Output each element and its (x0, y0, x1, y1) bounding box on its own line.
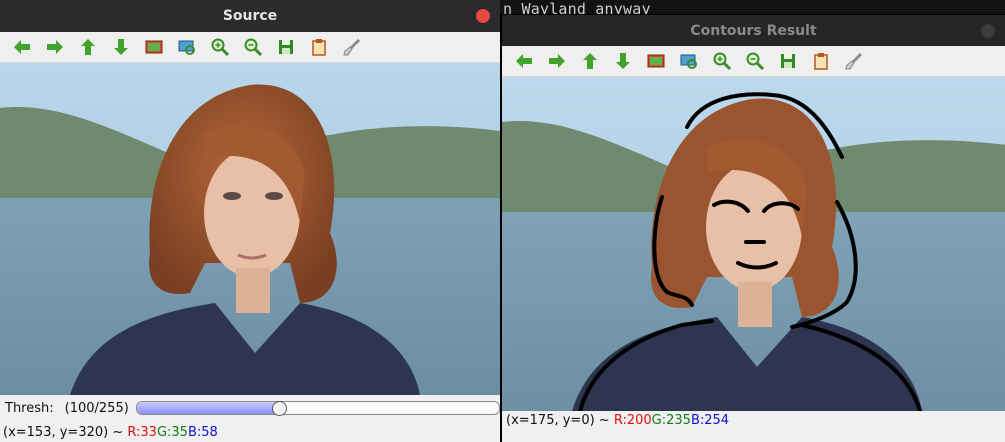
slider-fill (136, 402, 279, 414)
arrow-up-icon[interactable] (576, 48, 603, 74)
clipboard-icon[interactable] (305, 34, 332, 60)
save-icon[interactable] (774, 48, 801, 74)
status-b: B:58 (187, 424, 218, 440)
threshold-slider[interactable] (135, 401, 500, 415)
toolbar (502, 46, 1005, 77)
arrow-left-icon[interactable] (510, 48, 537, 74)
slider-handle[interactable] (271, 401, 287, 416)
source-image[interactable] (0, 63, 500, 395)
image-zoom-icon[interactable] (675, 48, 702, 74)
zoom-in-icon[interactable] (206, 34, 233, 60)
image-icon[interactable] (642, 48, 669, 74)
arrow-down-icon[interactable] (609, 48, 636, 74)
window-title: Contours Result (690, 22, 817, 39)
status-g: G:35 (156, 424, 188, 440)
threshold-trackbar: Thresh: (100/255) (0, 395, 500, 421)
arrow-down-icon[interactable] (107, 34, 134, 60)
close-button[interactable] (981, 24, 995, 38)
contours-photo (502, 77, 1005, 411)
brush-icon[interactable] (338, 34, 365, 60)
status-coords: (x=153, y=320) ~ (3, 424, 128, 440)
arrow-up-icon[interactable] (74, 34, 101, 60)
pixel-status: (x=175, y=0) ~ R:200 G:235 B:254 (502, 411, 1005, 429)
source-titlebar[interactable]: Source (0, 0, 500, 32)
save-icon[interactable] (272, 34, 299, 60)
arrow-left-icon[interactable] (8, 34, 35, 60)
image-zoom-icon[interactable] (173, 34, 200, 60)
toolbar (0, 32, 500, 63)
status-b: B:254 (690, 412, 730, 428)
zoom-out-icon[interactable] (741, 48, 768, 74)
status-g: G:235 (651, 412, 691, 428)
trackbar-label: Thresh: (5, 400, 54, 416)
zoom-out-icon[interactable] (239, 34, 266, 60)
status-r: R:33 (127, 424, 157, 440)
trackbar-value: (100/255) (64, 400, 129, 416)
image-icon[interactable] (140, 34, 167, 60)
brush-icon[interactable] (840, 48, 867, 74)
arrow-right-icon[interactable] (543, 48, 570, 74)
zoom-in-icon[interactable] (708, 48, 735, 74)
result-window: Contours Result (x=175, y=0) ~ R:200 G:2… (500, 14, 1005, 442)
source-window: Source Thresh: (100/255) (x=153, y=320) … (0, 0, 500, 442)
status-coords: (x=175, y=0) ~ (506, 412, 614, 428)
pixel-status: (x=153, y=320) ~ R:33 G:35 B:58 (0, 421, 500, 442)
close-button[interactable] (476, 9, 490, 23)
portrait-photo (0, 63, 500, 395)
window-title: Source (222, 8, 278, 24)
clipboard-icon[interactable] (807, 48, 834, 74)
status-r: R:200 (613, 412, 652, 428)
arrow-right-icon[interactable] (41, 34, 68, 60)
result-titlebar[interactable]: Contours Result (502, 15, 1005, 46)
result-image[interactable] (502, 77, 1005, 411)
